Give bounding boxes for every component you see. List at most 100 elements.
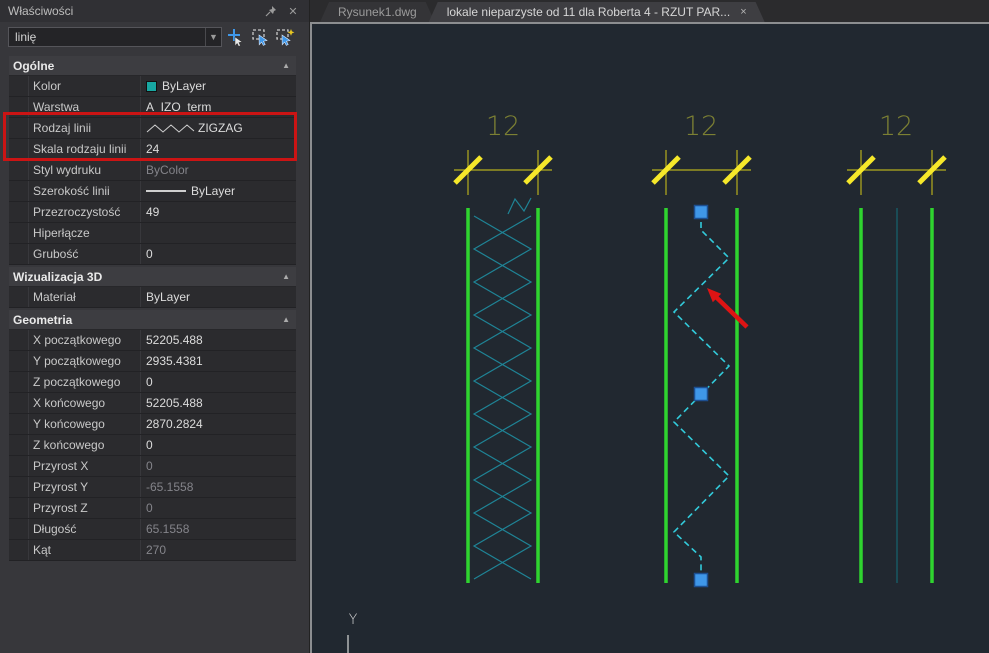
property-row: Przyrost Y-65.1558 <box>9 477 296 498</box>
insulation-hatch[interactable] <box>474 216 531 579</box>
drawing-tab[interactable]: lokale nieparzyste od 11 dla Roberta 4 -… <box>429 2 765 22</box>
property-value[interactable]: ZIGZAG <box>141 118 296 138</box>
property-row: Przyrost Z0 <box>9 498 296 519</box>
property-label: Z końcowego <box>29 435 141 455</box>
property-value[interactable]: 0 <box>141 456 296 476</box>
value-text: 0 <box>146 459 153 473</box>
palette-title: Właściwości <box>8 4 257 18</box>
dimension-text: 12 <box>486 111 520 142</box>
property-value[interactable]: ByColor <box>141 160 296 180</box>
property-value[interactable]: -65.1558 <box>141 477 296 497</box>
property-value[interactable]: 52205.488 <box>141 393 296 413</box>
drawing-area: Rysunek1.dwglokale nieparzyste od 11 dla… <box>310 0 989 653</box>
property-value[interactable]: 49 <box>141 202 296 222</box>
property-value[interactable]: 65.1558 <box>141 519 296 539</box>
property-label: Długość <box>29 519 141 539</box>
property-row: Przezroczystość49 <box>9 202 296 223</box>
row-gutter <box>9 223 29 243</box>
row-gutter <box>9 202 29 222</box>
value-text: 52205.488 <box>146 396 203 410</box>
grip-handle[interactable] <box>695 206 708 219</box>
value-text: 0 <box>146 501 153 515</box>
quick-select-button[interactable] <box>273 26 297 48</box>
pickadd-icon <box>226 28 244 46</box>
value-text: 2935.4381 <box>146 354 203 368</box>
lineweight-icon <box>146 190 186 192</box>
dimension-text: 12 <box>684 111 718 142</box>
property-label: X końcowego <box>29 393 141 413</box>
drawing-tabs: Rysunek1.dwglokale nieparzyste od 11 dla… <box>310 0 989 22</box>
property-value[interactable]: 0 <box>141 435 296 455</box>
dimension-text: 12 <box>879 111 913 142</box>
ucs-y-axis-label: Y <box>349 612 358 628</box>
property-value[interactable]: 2870.2824 <box>141 414 296 434</box>
row-gutter <box>9 287 29 307</box>
collapse-icon[interactable]: ▲ <box>282 315 290 324</box>
close-icon[interactable]: ✕ <box>285 4 301 18</box>
property-value[interactable] <box>141 223 296 243</box>
value-text: ByColor <box>146 163 189 177</box>
select-objects-button[interactable] <box>248 26 272 48</box>
property-value[interactable]: 270 <box>141 540 296 560</box>
property-label: Styl wydruku <box>29 160 141 180</box>
section-header[interactable]: Geometria ▲ <box>9 310 296 330</box>
palette-titlebar: Właściwości ✕ <box>0 0 309 22</box>
pickadd-toggle-button[interactable] <box>223 26 247 48</box>
row-gutter <box>9 351 29 371</box>
property-label: Kolor <box>29 76 141 96</box>
property-value[interactable]: 0 <box>141 372 296 392</box>
property-value[interactable]: ByLayer <box>141 76 296 96</box>
object-type-select[interactable]: linię ▼ <box>8 27 222 47</box>
property-value[interactable]: A_IZO_term <box>141 97 296 117</box>
property-row: X początkowego52205.488 <box>9 330 296 351</box>
tab-close-icon[interactable]: × <box>740 6 746 18</box>
collapse-icon[interactable]: ▲ <box>282 61 290 70</box>
insulation-hatch[interactable] <box>508 198 531 214</box>
value-text: 2870.2824 <box>146 417 203 431</box>
property-row: Rodzaj liniiZIGZAG <box>9 118 296 139</box>
property-grid: Ogólne▲KolorByLayerWarstwaA_IZO_termRodz… <box>0 52 309 561</box>
property-label: Skala rodzaju linii <box>29 139 141 159</box>
property-label: Przyrost Y <box>29 477 141 497</box>
properties-palette: Właściwości ✕ linię ▼ <box>0 0 310 653</box>
drawing-tab[interactable]: Rysunek1.dwg <box>320 2 435 22</box>
grip-handle[interactable] <box>695 574 708 587</box>
property-value[interactable]: 24 <box>141 139 296 159</box>
value-text: ZIGZAG <box>198 121 243 135</box>
row-gutter <box>9 393 29 413</box>
row-gutter <box>9 540 29 560</box>
drawing-canvas[interactable]: 12 12 12 Y <box>310 22 989 653</box>
grip-handle[interactable] <box>695 388 708 401</box>
property-row: X końcowego 52205.488 <box>9 393 296 414</box>
property-label: X początkowego <box>29 330 141 350</box>
property-value[interactable]: ByLayer <box>141 287 296 307</box>
property-row: Hiperłącze <box>9 223 296 244</box>
property-value[interactable]: 0 <box>141 498 296 518</box>
property-label: Z początkowego <box>29 372 141 392</box>
row-gutter <box>9 160 29 180</box>
section-header[interactable]: Wizualizacja 3D▲ <box>9 267 296 287</box>
property-value[interactable]: 2935.4381 <box>141 351 296 371</box>
row-gutter <box>9 139 29 159</box>
property-row: Skala rodzaju linii24 <box>9 139 296 160</box>
property-value[interactable]: 52205.488 <box>141 330 296 350</box>
property-row: Y początkowego2935.4381 <box>9 351 296 372</box>
property-row: Szerokość liniiByLayer <box>9 181 296 202</box>
property-label: Materiał <box>29 287 141 307</box>
row-gutter <box>9 181 29 201</box>
pin-icon[interactable] <box>263 4 279 18</box>
property-row: Y końcowego2870.2824 <box>9 414 296 435</box>
property-value[interactable]: 0 <box>141 244 296 264</box>
property-row: Z końcowego0 <box>9 435 296 456</box>
property-row: KolorByLayer <box>9 76 296 97</box>
color-swatch-icon <box>146 81 157 92</box>
row-gutter <box>9 118 29 138</box>
section-title: Geometria <box>13 313 72 327</box>
collapse-icon[interactable]: ▲ <box>282 272 290 281</box>
palette-toolbar: linię ▼ <box>0 22 309 52</box>
property-row: Styl wydruku ByColor <box>9 160 296 181</box>
value-text: 270 <box>146 543 166 557</box>
section-header[interactable]: Ogólne▲ <box>9 56 296 76</box>
property-value[interactable]: ByLayer <box>141 181 296 201</box>
chevron-down-icon[interactable]: ▼ <box>205 28 221 46</box>
